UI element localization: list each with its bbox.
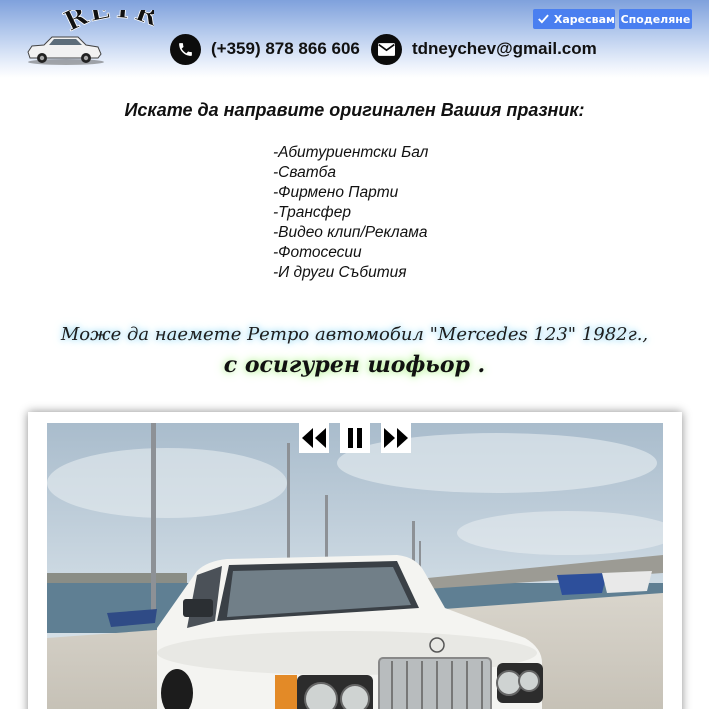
tagline-rental: Може да наемете Ретро автомобил "Mercede… <box>60 324 649 345</box>
email-address: tdneychev@gmail.com <box>412 39 597 58</box>
checkmark-icon <box>538 14 549 24</box>
list-item: -Абитуриентски Бал <box>273 144 429 161</box>
svg-text:RETRO: RETRO <box>24 10 154 38</box>
share-label: Споделяне <box>620 12 691 26</box>
pause-icon <box>348 428 362 448</box>
facebook-share-button[interactable]: Споделяне <box>619 9 692 29</box>
list-item: -Трансфер <box>273 204 351 221</box>
like-label: Харесвам <box>553 12 615 26</box>
logo-car-image <box>27 36 104 65</box>
email-contact[interactable]: tdneychev@gmail.com <box>371 33 597 65</box>
list-item: -Видео клип/Реклама <box>273 224 428 241</box>
phone-number: (+359) 878 866 606 <box>211 39 360 58</box>
services-list: -Абитуриентски Бал -Сватба -Фирмено Парт… <box>273 143 428 283</box>
tagline-driver: с осигурен шофьор . <box>223 352 486 378</box>
logo-wordmark: RETRO <box>24 10 154 38</box>
site-header: RETRO (+359) 878 866 606 tdneychev@gmail… <box>0 0 709 78</box>
facebook-like-button[interactable]: Харесвам <box>533 9 615 29</box>
retro-logo[interactable]: RETRO <box>24 10 154 68</box>
list-item: -Фирмено Парти <box>273 184 399 201</box>
envelope-icon <box>371 33 402 65</box>
fast-forward-icon <box>384 428 408 448</box>
page-headline: Искате да направите оригинален Вашия пра… <box>124 100 585 120</box>
list-item: -Сватба <box>273 164 336 181</box>
phone-icon <box>170 33 201 65</box>
slideshow-pause-button[interactable] <box>340 423 370 453</box>
list-item: -И други Събития <box>273 264 407 281</box>
slideshow-prev-button[interactable] <box>299 423 329 453</box>
rewind-icon <box>302 428 326 448</box>
slideshow-image[interactable] <box>47 423 663 709</box>
phone-contact[interactable]: (+359) 878 866 606 <box>170 33 360 65</box>
slideshow-next-button[interactable] <box>381 423 411 453</box>
list-item: -Фотосесии <box>273 244 362 261</box>
